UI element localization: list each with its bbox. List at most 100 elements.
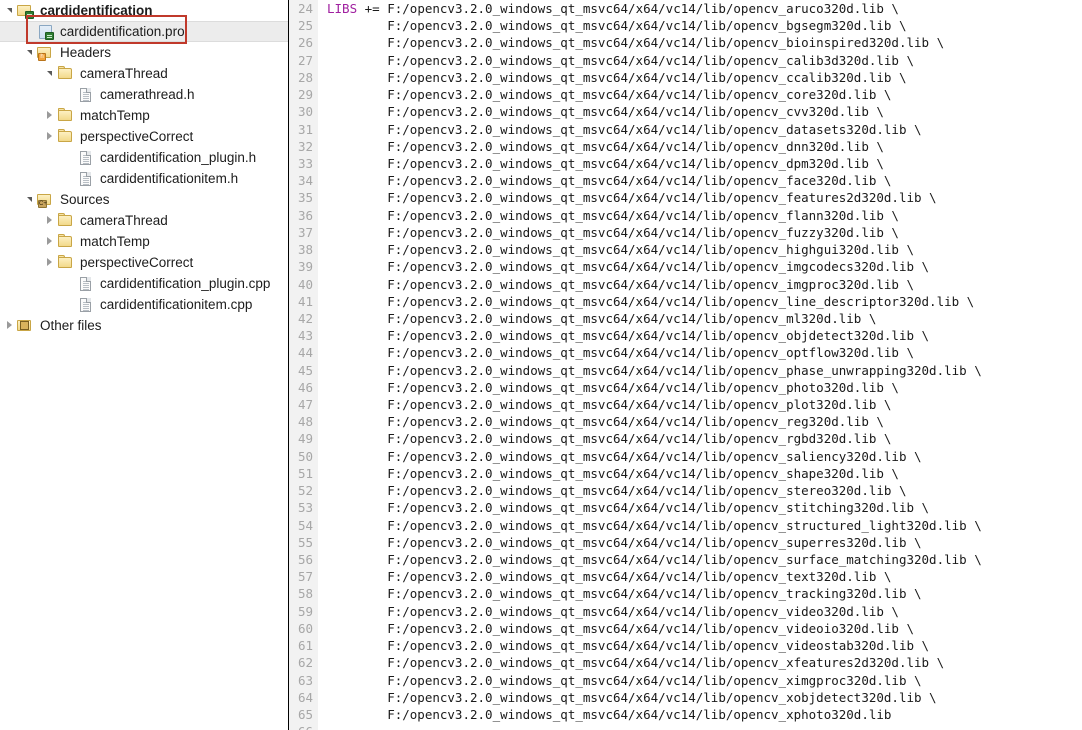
line-number: 64 xyxy=(297,689,313,705)
code-line[interactable]: F:/opencv3.2.0_windows_qt_msvc64/x64/vc1… xyxy=(327,396,1082,413)
chevron-right-icon[interactable] xyxy=(44,210,57,231)
code-line[interactable]: F:/opencv3.2.0_windows_qt_msvc64/x64/vc1… xyxy=(327,276,1082,293)
code-line[interactable]: F:/opencv3.2.0_windows_qt_msvc64/x64/vc1… xyxy=(327,585,1082,602)
chevron-right-icon[interactable] xyxy=(44,231,57,252)
code-line[interactable]: F:/opencv3.2.0_windows_qt_msvc64/x64/vc1… xyxy=(327,603,1082,620)
project-explorer-panel[interactable]: cardidentification cardidentification.pro… xyxy=(0,0,289,730)
chevron-right-icon[interactable] xyxy=(4,315,17,336)
code-line-text: F:/opencv3.2.0_windows_qt_msvc64/x64/vc1… xyxy=(327,603,899,619)
tree-item-cardidentificationitem-h[interactable]: cardidentificationitem.h xyxy=(0,168,288,189)
chevron-down-icon[interactable] xyxy=(24,42,37,63)
headers-folder-icon: h xyxy=(37,45,54,61)
code-line[interactable]: F:/opencv3.2.0_windows_qt_msvc64/x64/vc1… xyxy=(327,448,1082,465)
code-line[interactable]: F:/opencv3.2.0_windows_qt_msvc64/x64/vc1… xyxy=(327,207,1082,224)
line-number: 27 xyxy=(297,52,313,68)
line-number: 56 xyxy=(297,552,313,567)
chevron-down-icon[interactable] xyxy=(4,0,17,21)
code-line[interactable]: F:/opencv3.2.0_windows_qt_msvc64/x64/vc1… xyxy=(327,534,1082,551)
code-line[interactable]: F:/opencv3.2.0_windows_qt_msvc64/x64/vc1… xyxy=(327,620,1082,637)
line-number: 59 xyxy=(297,603,313,619)
folder-icon xyxy=(57,212,74,229)
code-line[interactable]: F:/opencv3.2.0_windows_qt_msvc64/x64/vc1… xyxy=(327,672,1082,689)
chevron-down-icon[interactable] xyxy=(44,63,57,84)
line-number: 44 xyxy=(297,345,313,361)
code-line[interactable]: F:/opencv3.2.0_windows_qt_msvc64/x64/vc1… xyxy=(327,689,1082,706)
tree-item-camerathread[interactable]: cameraThread xyxy=(0,63,288,84)
code-line[interactable]: F:/opencv3.2.0_windows_qt_msvc64/x64/vc1… xyxy=(327,413,1082,430)
tree-item-cardidentification-plugin-cpp[interactable]: cardidentification_plugin.cpp xyxy=(0,273,288,294)
code-text-area[interactable]: LIBS += F:/opencv3.2.0_windows_qt_msvc64… xyxy=(318,0,1082,730)
code-line[interactable]: F:/opencv3.2.0_windows_qt_msvc64/x64/vc1… xyxy=(327,138,1082,155)
tree-item-perspectivecorrect[interactable]: perspectiveCorrect xyxy=(0,126,288,147)
tree-item-camerathread[interactable]: cameraThread xyxy=(0,210,288,231)
code-line[interactable]: F:/opencv3.2.0_windows_qt_msvc64/x64/vc1… xyxy=(327,241,1082,258)
code-line[interactable]: F:/opencv3.2.0_windows_qt_msvc64/x64/vc1… xyxy=(327,121,1082,138)
code-line[interactable]: F:/opencv3.2.0_windows_qt_msvc64/x64/vc1… xyxy=(327,551,1082,568)
tree-item-label: cameraThread xyxy=(80,213,168,228)
line-number: 28 xyxy=(297,69,313,85)
code-line[interactable]: F:/opencv3.2.0_windows_qt_msvc64/x64/vc1… xyxy=(327,17,1082,34)
code-line[interactable]: F:/opencv3.2.0_windows_qt_msvc64/x64/vc1… xyxy=(327,430,1082,447)
code-line-text: F:/opencv3.2.0_windows_qt_msvc64/x64/vc1… xyxy=(327,362,982,378)
code-line[interactable]: F:/opencv3.2.0_windows_qt_msvc64/x64/vc1… xyxy=(327,52,1082,69)
code-line[interactable]: F:/opencv3.2.0_windows_qt_msvc64/x64/vc1… xyxy=(327,465,1082,482)
code-line[interactable]: F:/opencv3.2.0_windows_qt_msvc64/x64/vc1… xyxy=(327,344,1082,361)
tree-item-label: cardidentificationitem.cpp xyxy=(100,297,253,312)
code-line[interactable]: F:/opencv3.2.0_windows_qt_msvc64/x64/vc1… xyxy=(327,34,1082,51)
code-line[interactable]: F:/opencv3.2.0_windows_qt_msvc64/x64/vc1… xyxy=(327,654,1082,671)
code-line[interactable]: F:/opencv3.2.0_windows_qt_msvc64/x64/vc1… xyxy=(327,517,1082,534)
code-line[interactable]: F:/opencv3.2.0_windows_qt_msvc64/x64/vc1… xyxy=(327,258,1082,275)
line-number: 38 xyxy=(297,242,313,258)
code-line[interactable]: F:/opencv3.2.0_windows_qt_msvc64/x64/vc1… xyxy=(327,310,1082,327)
line-number: 24 xyxy=(297,1,313,16)
code-editor-pane[interactable]: 24 25 26 27 28 29 30 31 32 33 34 35 36 37 38 39 40 41 42 43… xyxy=(289,0,1082,730)
code-line[interactable]: F:/opencv3.2.0_windows_qt_msvc64/x64/vc1… xyxy=(327,69,1082,86)
code-line[interactable]: F:/opencv3.2.0_windows_qt_msvc64/x64/vc1… xyxy=(327,568,1082,585)
folder-icon xyxy=(57,254,74,271)
code-line[interactable]: F:/opencv3.2.0_windows_qt_msvc64/x64/vc1… xyxy=(327,327,1082,344)
tree-item-cardidentification[interactable]: cardidentification xyxy=(0,0,288,21)
code-line[interactable] xyxy=(327,723,1082,730)
code-line-text: F:/opencv3.2.0_windows_qt_msvc64/x64/vc1… xyxy=(327,672,922,688)
tree-item-headers[interactable]: h Headers xyxy=(0,42,288,63)
line-number: 34 xyxy=(297,173,313,189)
code-line[interactable]: F:/opencv3.2.0_windows_qt_msvc64/x64/vc1… xyxy=(327,293,1082,310)
code-line-text: F:/opencv3.2.0_windows_qt_msvc64/x64/vc1… xyxy=(327,465,899,481)
tree-item-cardidentificationitem-cpp[interactable]: cardidentificationitem.cpp xyxy=(0,294,288,315)
chevron-down-icon[interactable] xyxy=(24,189,37,210)
tree-item-other-files[interactable]: Other files xyxy=(0,315,288,336)
code-line[interactable]: F:/opencv3.2.0_windows_qt_msvc64/x64/vc1… xyxy=(327,379,1082,396)
project-tree-list[interactable]: cardidentification cardidentification.pro… xyxy=(0,0,288,336)
code-line-text: F:/opencv3.2.0_windows_qt_msvc64/x64/vc1… xyxy=(327,52,914,68)
code-line[interactable]: F:/opencv3.2.0_windows_qt_msvc64/x64/vc1… xyxy=(327,637,1082,654)
tree-item-camerathread-h[interactable]: camerathread.h xyxy=(0,84,288,105)
code-line[interactable]: F:/opencv3.2.0_windows_qt_msvc64/x64/vc1… xyxy=(327,189,1082,206)
chevron-right-icon[interactable] xyxy=(44,252,57,273)
line-number: 54 xyxy=(297,517,313,533)
chevron-right-icon[interactable] xyxy=(44,126,57,147)
code-line[interactable]: F:/opencv3.2.0_windows_qt_msvc64/x64/vc1… xyxy=(327,362,1082,379)
code-line[interactable]: F:/opencv3.2.0_windows_qt_msvc64/x64/vc1… xyxy=(327,103,1082,120)
code-line-text: F:/opencv3.2.0_windows_qt_msvc64/x64/vc1… xyxy=(327,534,922,550)
tree-item-matchtemp[interactable]: matchTemp xyxy=(0,231,288,252)
tree-item-sources[interactable]: C+ Sources xyxy=(0,189,288,210)
tree-item-matchtemp[interactable]: matchTemp xyxy=(0,105,288,126)
code-line[interactable]: F:/opencv3.2.0_windows_qt_msvc64/x64/vc1… xyxy=(327,155,1082,172)
tree-item-perspectivecorrect[interactable]: perspectiveCorrect xyxy=(0,252,288,273)
code-line[interactable]: F:/opencv3.2.0_windows_qt_msvc64/x64/vc1… xyxy=(327,482,1082,499)
tree-item-cardidentification-pro[interactable]: cardidentification.pro xyxy=(0,21,288,42)
code-line[interactable]: F:/opencv3.2.0_windows_qt_msvc64/x64/vc1… xyxy=(327,499,1082,516)
code-line[interactable]: LIBS += F:/opencv3.2.0_windows_qt_msvc64… xyxy=(327,0,1082,17)
code-line-text: F:/opencv3.2.0_windows_qt_msvc64/x64/vc1… xyxy=(327,207,899,223)
code-line[interactable]: F:/opencv3.2.0_windows_qt_msvc64/x64/vc1… xyxy=(327,224,1082,241)
tree-item-cardidentification-plugin-h[interactable]: cardidentification_plugin.h xyxy=(0,147,288,168)
code-line-text: F:/opencv3.2.0_windows_qt_msvc64/x64/vc1… xyxy=(327,689,937,705)
code-line-text: F:/opencv3.2.0_windows_qt_msvc64/x64/vc1… xyxy=(327,87,892,103)
code-line[interactable]: F:/opencv3.2.0_windows_qt_msvc64/x64/vc1… xyxy=(327,86,1082,103)
chevron-right-icon[interactable] xyxy=(44,105,57,126)
code-line[interactable]: F:/opencv3.2.0_windows_qt_msvc64/x64/vc1… xyxy=(327,172,1082,189)
code-line-text: F:/opencv3.2.0_windows_qt_msvc64/x64/vc1… xyxy=(327,345,914,361)
code-line[interactable]: F:/opencv3.2.0_windows_qt_msvc64/x64/vc1… xyxy=(327,706,1082,723)
line-number: 47 xyxy=(297,397,313,413)
